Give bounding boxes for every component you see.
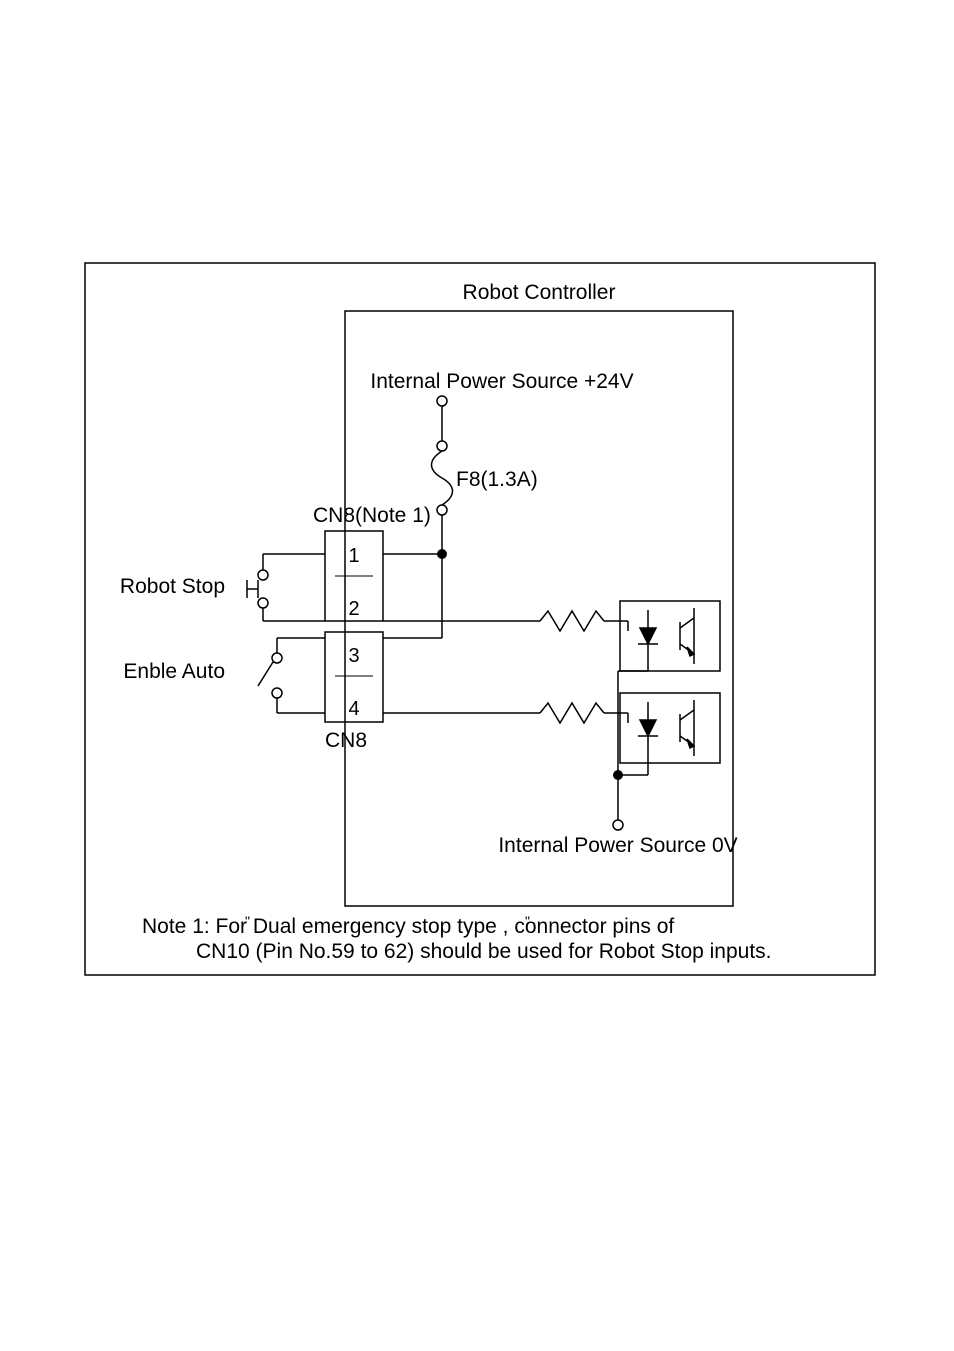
- pin-1-label: 1: [348, 545, 359, 567]
- fuse-symbol: [432, 441, 453, 515]
- optocoupler-1: [620, 601, 720, 671]
- schematic-svg: Robot Controller Internal Power Source +…: [0, 0, 954, 1351]
- power-0v-label: Internal Power Source 0V: [498, 834, 737, 857]
- enable-auto-switch: [258, 638, 325, 713]
- enable-auto-label: Enble Auto: [123, 660, 225, 683]
- controller-box: [345, 311, 733, 906]
- note-text: Note 1: For Dual emergency stop type , c…: [142, 913, 772, 963]
- open-quote-mark: ": [245, 913, 250, 929]
- note-line-2: CN10 (Pin No.59 to 62) should be used fo…: [196, 940, 772, 963]
- terminal-24v: [437, 396, 447, 406]
- pin-4-label: 4: [348, 698, 359, 720]
- terminal-0v: [613, 820, 623, 830]
- diagram-page: Robot Controller Internal Power Source +…: [0, 0, 954, 1351]
- optocoupler-2: [620, 693, 720, 763]
- close-quote-mark: ": [525, 913, 530, 929]
- resistor-2: [540, 703, 604, 723]
- robot-stop-label: Robot Stop: [120, 575, 225, 598]
- power-24v-label: Internal Power Source +24V: [370, 370, 633, 393]
- cn8-bottom-label: CN8: [325, 729, 367, 752]
- resistor-1: [540, 611, 604, 631]
- pin-2-label: 2: [348, 598, 359, 620]
- controller-label: Robot Controller: [463, 281, 616, 304]
- robot-stop-switch: [247, 554, 325, 621]
- pin-3-label: 3: [348, 645, 359, 667]
- fuse-label: F8(1.3A): [456, 468, 538, 491]
- note-line-1: Note 1: For Dual emergency stop type , c…: [142, 915, 674, 938]
- cn8-note-label: CN8(Note 1): [313, 504, 431, 527]
